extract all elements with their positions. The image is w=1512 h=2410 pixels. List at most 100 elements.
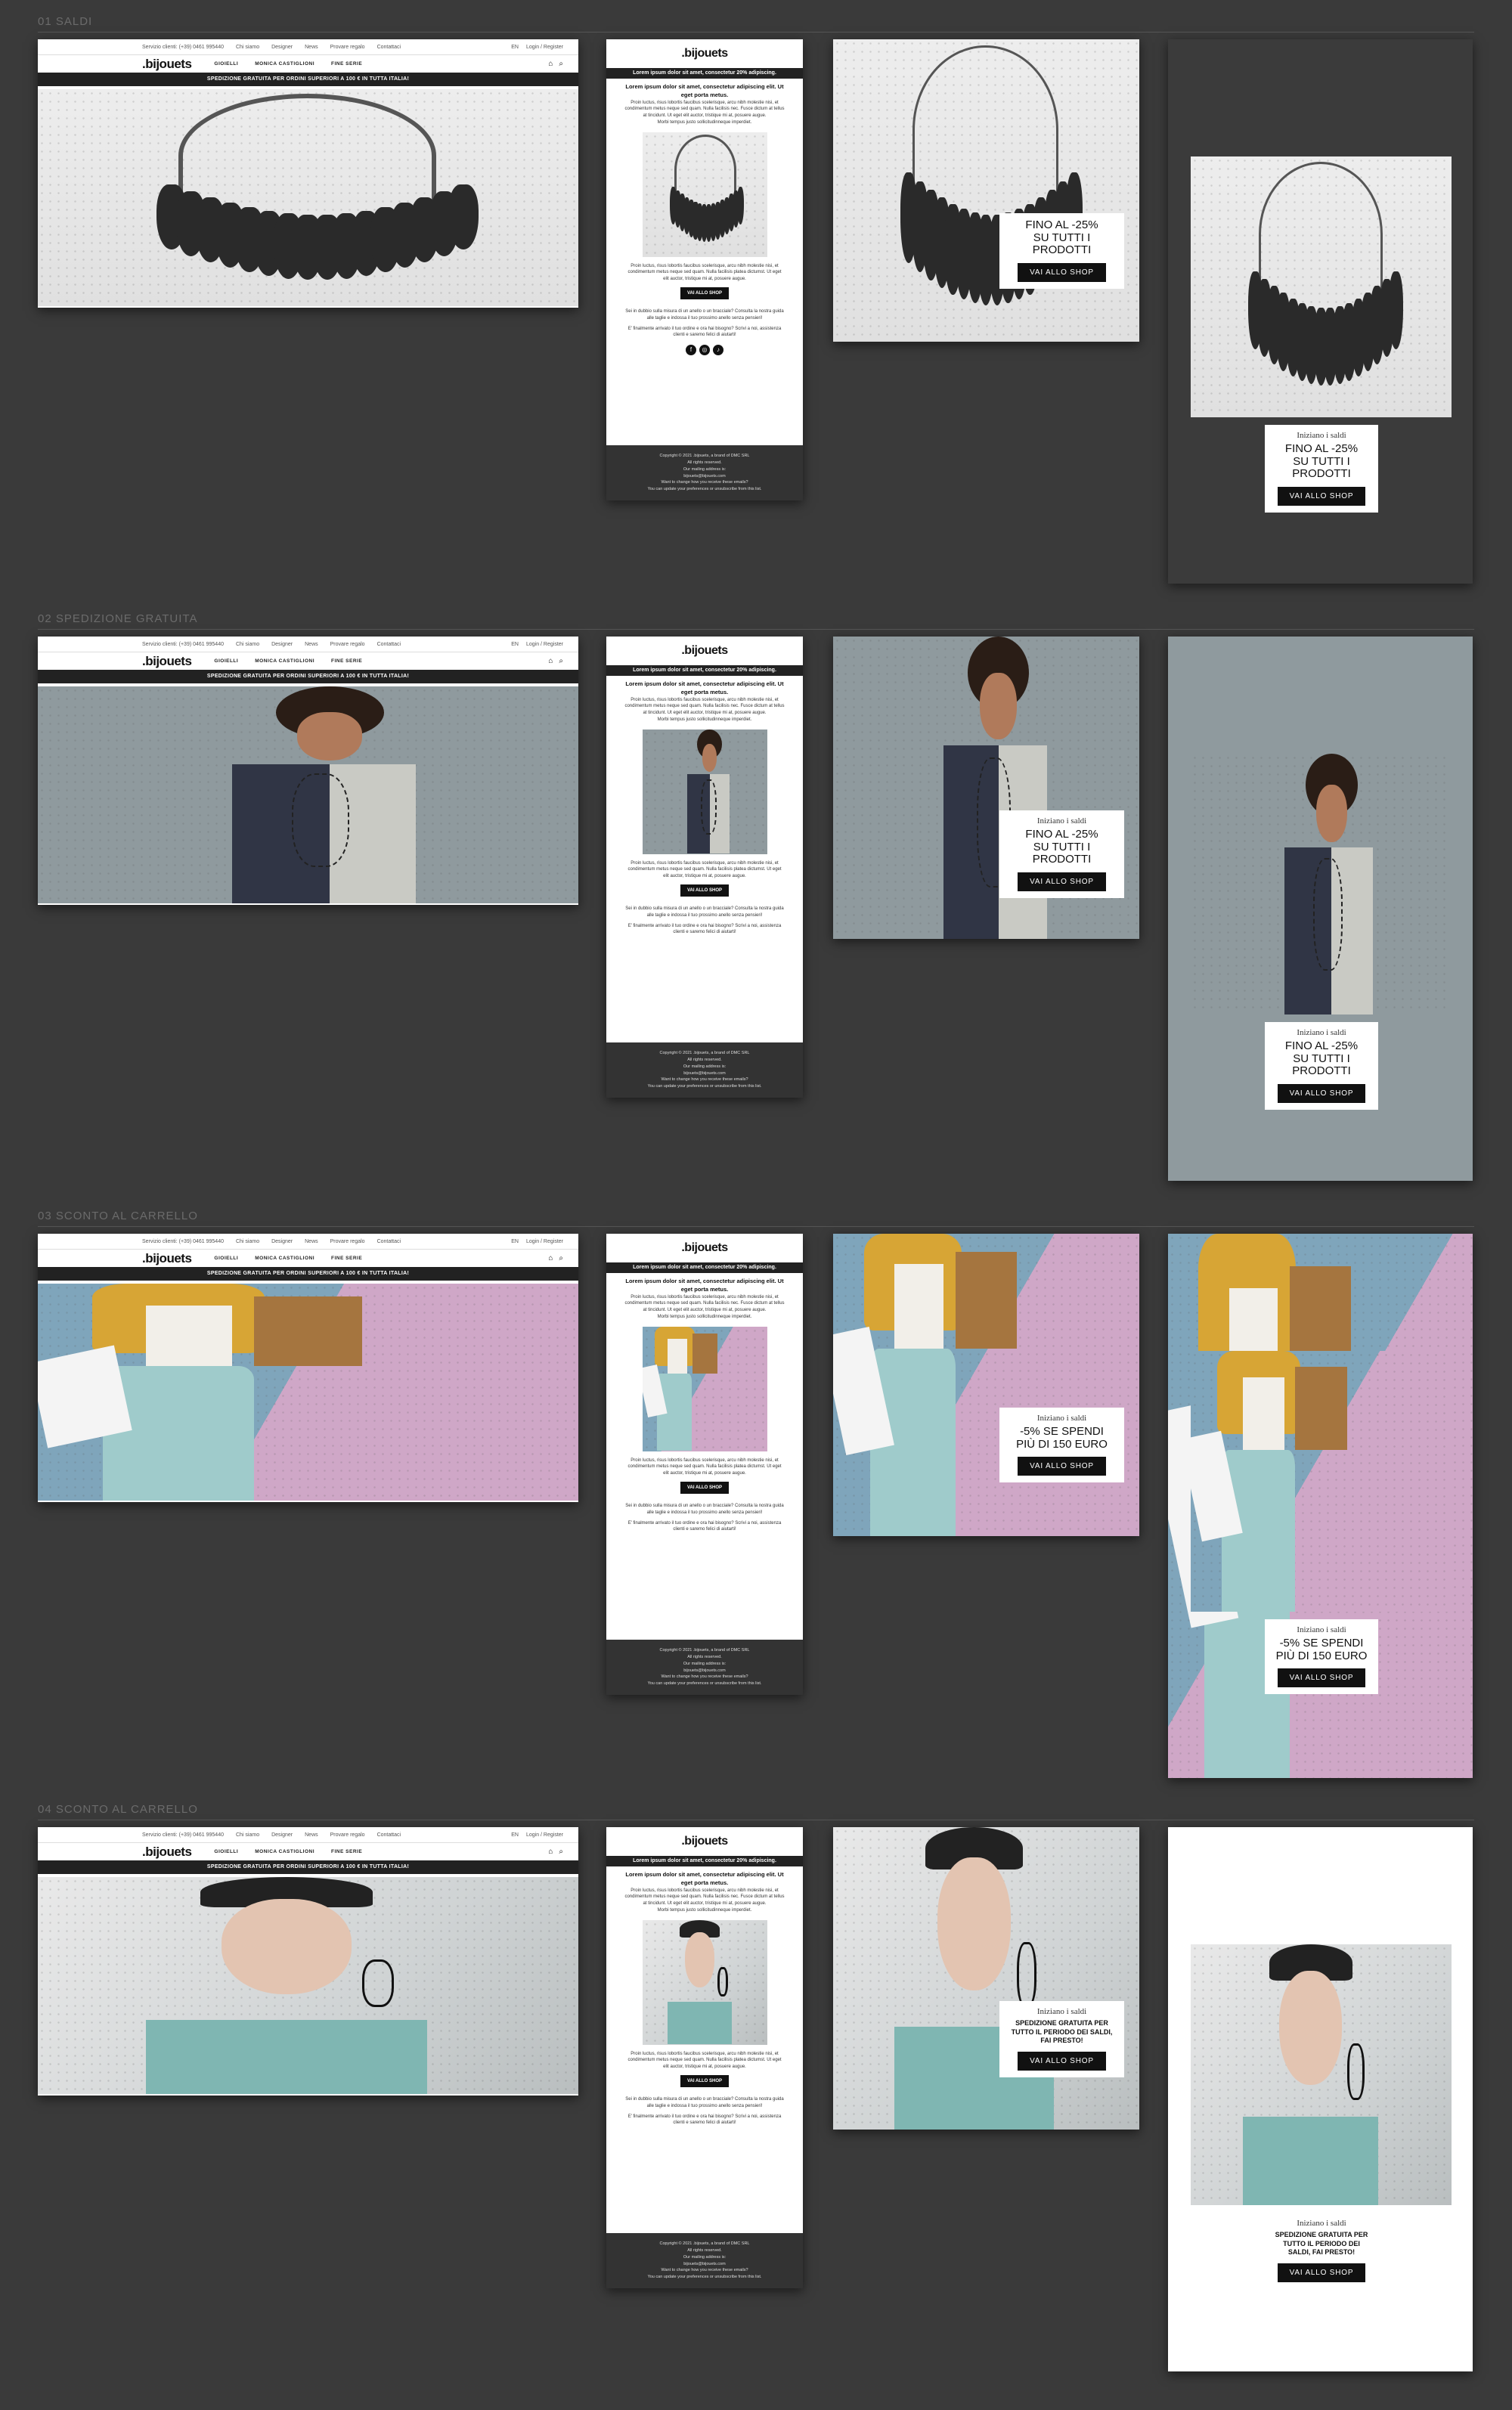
shop-button[interactable]: VAI ALLO SHOP <box>1018 1457 1106 1476</box>
nav-item[interactable]: GIOIELLI <box>214 658 238 664</box>
footer-update[interactable]: You can update your preferences or unsub… <box>621 1680 788 1687</box>
email-footer: Copyright © 2021 .bijouets, a brand of D… <box>606 2233 803 2288</box>
brand-logo[interactable]: .bijouets <box>142 57 192 72</box>
shop-button[interactable]: VAI ALLO SHOP <box>1018 262 1106 282</box>
square-mockup: Iniziano i saldi FINO AL -25% SU TUTTI I P… <box>833 637 1139 939</box>
nav-item[interactable]: MONICA CASTIGLIONI <box>255 61 314 67</box>
model-figure <box>1191 1351 1452 1612</box>
nav-item[interactable]: GIOIELLI <box>214 1849 238 1854</box>
account-link[interactable]: Login / Register <box>526 1832 563 1838</box>
shop-button[interactable]: VAI ALLO SHOP <box>1277 2263 1366 2283</box>
necklace-bead <box>448 184 479 250</box>
topbar-link[interactable]: Provare regalo <box>330 1239 365 1244</box>
topbar-link[interactable]: Provare regalo <box>330 45 365 50</box>
footer-rights: All rights reserved. <box>687 1655 722 1660</box>
section-title: 04 SCONTO AL CARRELLO <box>38 1803 198 1816</box>
brand-logo[interactable]: .bijouets <box>142 654 192 669</box>
topbar-link[interactable]: Provare regalo <box>330 1832 365 1838</box>
footer-copyright: Copyright © 2021 .bijouets, a brand of D… <box>659 454 750 459</box>
topbar-link[interactable]: Contattaci <box>377 1239 401 1244</box>
footer-update[interactable]: You can update your preferences or unsub… <box>621 486 788 493</box>
topbar-link[interactable]: News <box>305 45 318 50</box>
account-link[interactable]: Login / Register <box>526 1239 563 1244</box>
cart-icon[interactable]: ⌂ <box>548 1254 553 1262</box>
footer-update[interactable]: You can update your preferences or unsub… <box>621 2274 788 2281</box>
cart-icon[interactable]: ⌂ <box>548 657 553 665</box>
footer-change: Want to change how you receive these ema… <box>661 2268 748 2273</box>
nav-item[interactable]: MONICA CASTIGLIONI <box>255 1256 314 1261</box>
topbar-link[interactable]: Chi siamo <box>236 45 259 50</box>
shop-button[interactable]: VAI ALLO SHOP <box>1277 486 1366 506</box>
brand-logo[interactable]: .bijouets <box>142 1251 192 1266</box>
footer-update[interactable]: You can update your preferences or unsub… <box>621 1083 788 1090</box>
nav-item[interactable]: FINE SERIE <box>331 658 362 664</box>
topbar-link[interactable]: Chi siamo <box>236 642 259 647</box>
model-necklace <box>292 773 349 868</box>
footer-email[interactable]: bijouets@bijouets.com <box>621 1668 788 1674</box>
footer-email[interactable]: bijouets@bijouets.com <box>621 1070 788 1077</box>
topbar-link[interactable]: News <box>305 642 318 647</box>
account-link[interactable]: Login / Register <box>526 45 563 50</box>
model-top <box>667 1339 687 1377</box>
email-logo-row: .bijouets <box>606 1234 803 1262</box>
search-icon[interactable]: ⌕ <box>559 1254 563 1262</box>
email-shop-button[interactable]: VAI ALLO SHOP <box>680 1481 729 1495</box>
topbar-link[interactable]: Designer <box>271 642 293 647</box>
email-shop-button[interactable]: VAI ALLO SHOP <box>680 2074 729 2088</box>
topbar-link[interactable]: Designer <box>271 1239 293 1244</box>
topbar-link[interactable]: Chi siamo <box>236 1239 259 1244</box>
promo-box: FINO AL -25% SU TUTTI I PRODOTTI VAI ALLO … <box>999 213 1124 289</box>
social-icon[interactable]: ♪ <box>713 345 723 355</box>
nav-item[interactable]: MONICA CASTIGLIONI <box>255 1849 314 1854</box>
customer-service: Servizio clienti: (+39) 0461 995440 <box>142 1238 224 1244</box>
topbar-link[interactable]: News <box>305 1239 318 1244</box>
cart-icon[interactable]: ⌂ <box>548 1848 553 1856</box>
nav-item[interactable]: MONICA CASTIGLIONI <box>255 658 314 664</box>
shop-button[interactable]: VAI ALLO SHOP <box>1018 2052 1106 2071</box>
nav-item[interactable]: FINE SERIE <box>331 1849 362 1854</box>
search-icon[interactable]: ⌕ <box>559 1848 563 1856</box>
social-icon[interactable]: ◎ <box>699 345 710 355</box>
promo-headline: SPEDIZIONE GRATUITA PER TUTTO IL PERIODO… <box>1011 2019 1113 2045</box>
model-face <box>684 1932 715 1987</box>
nav-item[interactable]: FINE SERIE <box>331 1256 362 1261</box>
header-icons: ⌂ ⌕ <box>548 60 563 68</box>
search-icon[interactable]: ⌕ <box>559 60 563 68</box>
topbar-link[interactable]: Contattaci <box>377 642 401 647</box>
email-shop-button[interactable]: VAI ALLO SHOP <box>680 884 729 897</box>
promo-kicker: Iniziano i saldi <box>1297 1028 1346 1037</box>
header-icons: ⌂ ⌕ <box>548 1254 563 1262</box>
shop-button[interactable]: VAI ALLO SHOP <box>1018 872 1106 891</box>
nav-item[interactable]: FINE SERIE <box>331 61 362 67</box>
language-switch[interactable]: EN <box>511 1832 519 1838</box>
shop-button[interactable]: VAI ALLO SHOP <box>1277 1668 1366 1687</box>
email-shop-button[interactable]: VAI ALLO SHOP <box>680 287 729 300</box>
topbar-link[interactable]: Chi siamo <box>236 1832 259 1838</box>
nav-item[interactable]: GIOIELLI <box>214 61 238 67</box>
topbar-link[interactable]: Provare regalo <box>330 642 365 647</box>
language-switch[interactable]: EN <box>511 642 519 647</box>
account-link[interactable]: Login / Register <box>526 642 563 647</box>
story-mockup: Iniziano i saldi -5% SE SPENDI PIÙ DI 150 … <box>1168 1234 1473 1778</box>
topbar-link[interactable]: News <box>305 1832 318 1838</box>
shop-button[interactable]: VAI ALLO SHOP <box>1277 1083 1366 1103</box>
language-switch[interactable]: EN <box>511 1239 519 1244</box>
promo-subline: SU TUTTI I PRODOTTI <box>1292 1052 1351 1077</box>
shopping-bag-white <box>38 1345 133 1448</box>
language-switch[interactable]: EN <box>511 45 519 50</box>
brand-logo[interactable]: .bijouets <box>142 1845 192 1860</box>
topbar-link[interactable]: Designer <box>271 1832 293 1838</box>
cart-icon[interactable]: ⌂ <box>548 60 553 68</box>
social-icon[interactable]: f <box>686 345 696 355</box>
topbar-link[interactable]: Contattaci <box>377 1832 401 1838</box>
topbar-link[interactable]: Contattaci <box>377 45 401 50</box>
search-icon[interactable]: ⌕ <box>559 657 563 665</box>
social-icons: f ◎ ♪ <box>624 345 785 355</box>
email-paragraph: Proin luctus, risus lobortis faucibus sc… <box>624 100 785 119</box>
model-earring <box>362 1959 394 2008</box>
footer-email[interactable]: bijouets@bijouets.com <box>621 2261 788 2268</box>
nav-item[interactable]: GIOIELLI <box>214 1256 238 1261</box>
email-banner: Lorem ipsum dolor sit amet, consectetur … <box>606 1262 803 1273</box>
topbar-link[interactable]: Designer <box>271 45 293 50</box>
footer-email[interactable]: bijouets@bijouets.com <box>621 473 788 480</box>
